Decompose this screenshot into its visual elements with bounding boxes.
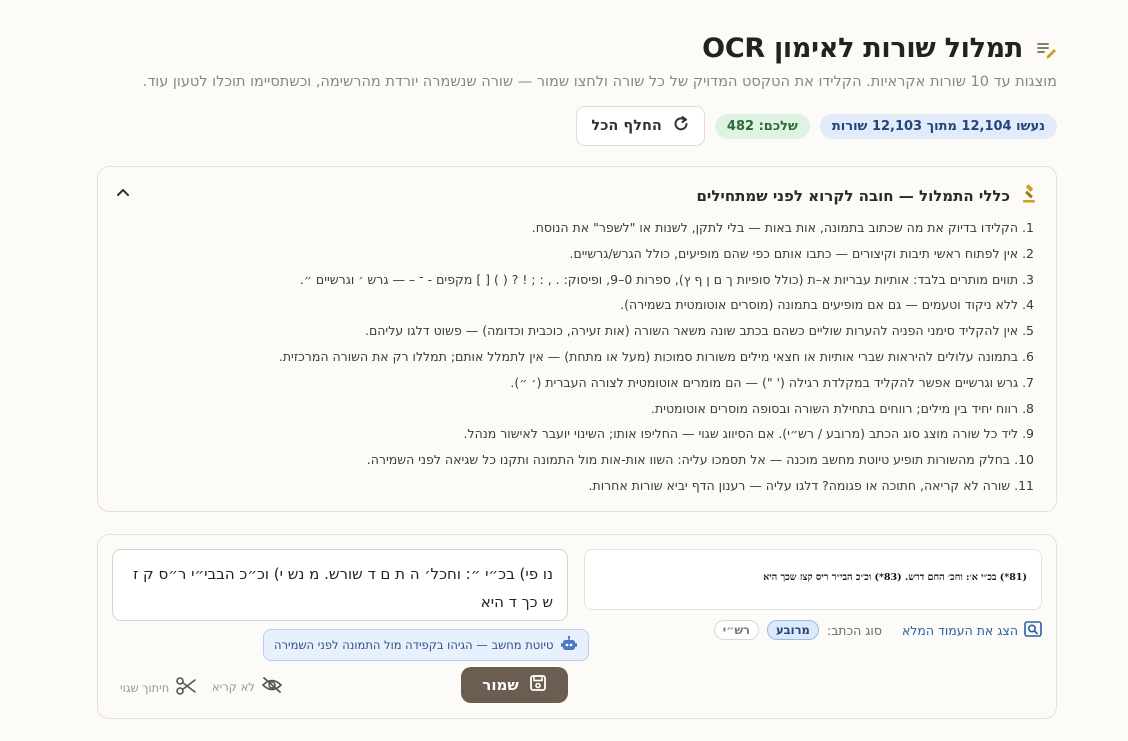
bad-cut-button[interactable]: חיתוך שגוי: [120, 676, 197, 699]
rule-item: 1. הקלידו בדיוק את מה שכתוב בתמונה, אות …: [531, 220, 1034, 235]
chevron-up-icon[interactable]: [116, 187, 130, 197]
rule-item: 4. ללא ניקוד וטעמים — גם אם מופיעים בתמו…: [620, 297, 1034, 313]
eye-off-icon: [261, 676, 283, 697]
transcription-input[interactable]: נו פי) בכ״י ״: וחכל׳ ה ת ם ד שורש. מ נש …: [112, 549, 568, 621]
rule-item: 10. בחלק מהשורות תופיע טיוטת מחשב מוכנה …: [366, 452, 1034, 468]
rule-item: 6. בתמונה עלולים להיראות שברי אותיות או …: [278, 348, 1034, 364]
refresh-icon: [672, 115, 690, 137]
replace-all-button[interactable]: החלף הכל: [576, 106, 705, 146]
rule-item: 9. ליד כל שורה מוצג סוג הכתב (מרובע / רש…: [463, 426, 1034, 442]
line-scan-text: (81*) בכ״י א׳: וחכ׳ החם דרש. (83*) וכ״כ …: [763, 572, 1027, 583]
rules-header: כללי התמלול — חובה לקרוא לפני שמתחילים: [696, 184, 1040, 208]
robot-icon: [560, 635, 578, 656]
script-square-toggle[interactable]: מרובע: [766, 620, 819, 640]
page-title: תמלול שורות לאימון OCR: [702, 33, 1023, 64]
rule-item: 7. גרש וגרשיים אפשר להקליד במקלדת רגילה …: [510, 374, 1034, 390]
save-label: שמור: [482, 676, 519, 694]
unreadable-label: לא קריא: [212, 679, 255, 694]
rule-item: 11. שורה לא קריאה, חתוכה או פגומה? דלגו …: [588, 477, 1035, 493]
rules-list: 1. הקלידו בדיוק את מה שכתוב בתמונה, אות …: [279, 215, 1034, 499]
floppy-disk-icon: [529, 674, 547, 696]
script-type-label: סוג הכתב:: [826, 622, 882, 638]
rule-item: 8. רווח יחיד בין מילים; רווחים בתחילת הש…: [650, 400, 1034, 416]
gavel-icon: [1020, 184, 1040, 208]
transcription-card: (81*) בכ״י א׳: וחכ׳ החם דרש. (83*) וכ״כ …: [97, 534, 1057, 719]
title-row: תמלול שורות לאימון OCR: [702, 33, 1057, 64]
replace-all-label: החלף הכל: [591, 118, 662, 134]
machine-draft-text: טיוטת מחשב — הגיהו בקפידה מול התמונה לפנ…: [274, 638, 554, 652]
save-button[interactable]: שמור: [461, 667, 568, 703]
line-meta-row: הצג את העמוד המלא סוג הכתב: מרובע רש״י: [713, 620, 1042, 640]
page-subtitle: מוצגות עד 10 שורות אקראיות. הקלידו את הט…: [142, 74, 1057, 90]
rule-item: 2. אין לפתוח ראשי תיבות וקיצורים — כתבו …: [569, 245, 1034, 261]
rules-panel: כללי התמלול — חובה לקרוא לפני שמתחילים 1…: [97, 166, 1057, 512]
bad-cut-label: חיתוך שגוי: [120, 680, 170, 695]
edit-list-icon: [1035, 38, 1057, 60]
rule-item: 3. תווים מותרים בלבד: אותיות עבריות א–ת …: [299, 271, 1034, 287]
rule-item: 5. אין להקליד סימני הפניה להערות שוליים …: [364, 323, 1034, 339]
script-rashi-toggle[interactable]: רש״י: [713, 620, 759, 640]
show-full-page-label: הצג את העמוד המלא: [901, 622, 1018, 638]
unreadable-button[interactable]: לא קריא: [212, 676, 283, 697]
scissors-icon: [175, 676, 197, 699]
progress-badge: נעשו 12,104 מתוך 12,103 שורות: [819, 113, 1057, 139]
line-image: (81*) בכ״י א׳: וחכ׳ החם דרש. (83*) וכ״כ …: [584, 549, 1042, 610]
rules-title: כללי התמלול — חובה לקרוא לפני שמתחילים: [696, 187, 1010, 205]
show-full-page-link[interactable]: הצג את העמוד המלא: [901, 620, 1042, 640]
user-count-badge: שלכם: 482: [714, 113, 810, 139]
machine-draft-notice: טיוטת מחשב — הגיהו בקפידה מול התמונה לפנ…: [263, 629, 590, 661]
stats-row: נעשו 12,104 מתוך 12,103 שורות שלכם: 482 …: [576, 106, 1057, 146]
zoom-page-icon: [1024, 620, 1042, 640]
